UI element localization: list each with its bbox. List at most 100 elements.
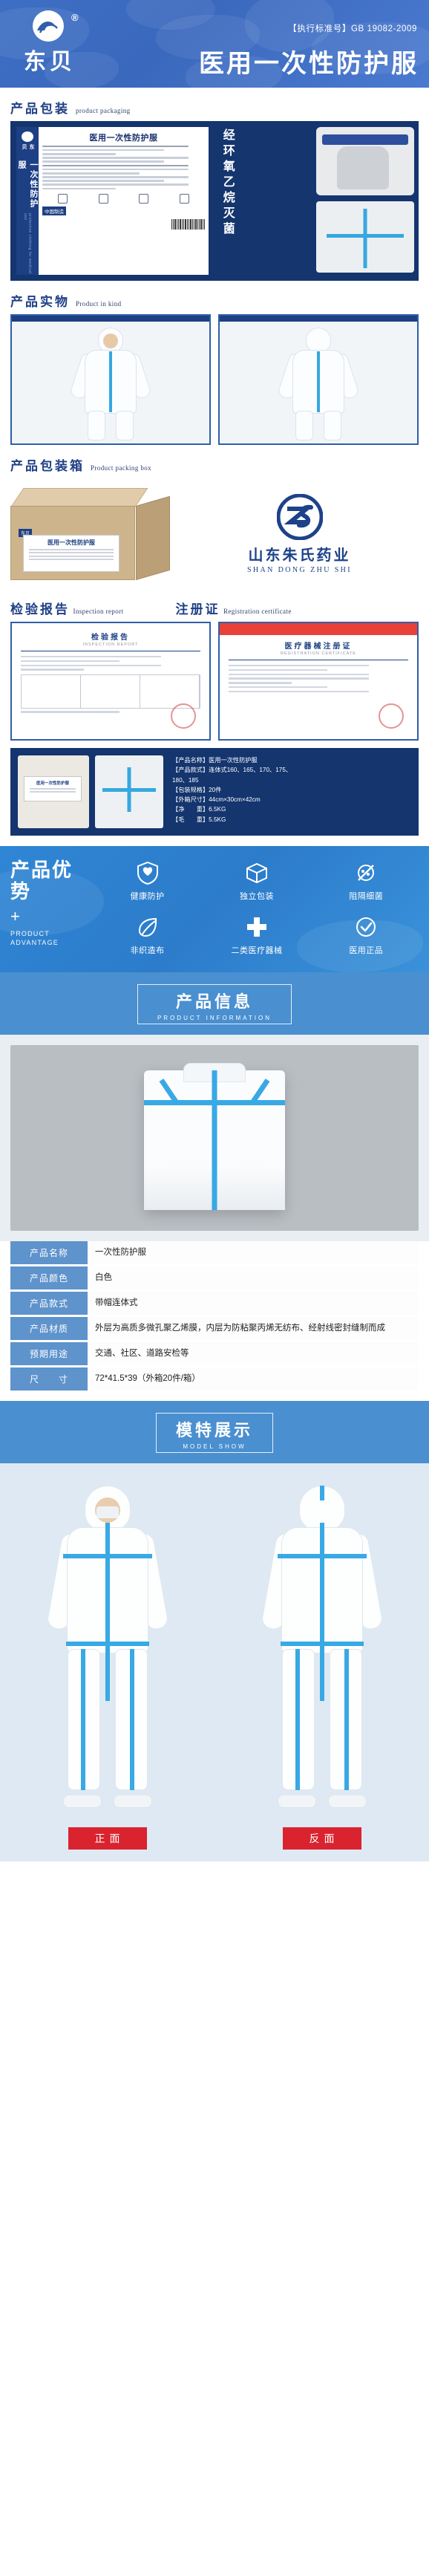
packing-box-row: 东贝 医用一次性防护服 山东朱氏药业 SHAN DONG ZHU SHI xyxy=(10,478,419,590)
shoulder-stripe xyxy=(277,1554,367,1558)
left-leg-seam xyxy=(80,1649,85,1790)
right-shoe-cover xyxy=(113,1795,152,1808)
left-shoe-cover xyxy=(62,1795,102,1808)
document-text-line xyxy=(229,686,328,689)
caption-back: 反面 xyxy=(214,1827,429,1850)
spec-line: 【毛 重】5.5KG xyxy=(172,816,226,823)
advantage-title-en-1: PRODUCT xyxy=(10,930,50,938)
model-back-photo xyxy=(214,1471,429,1820)
front-zipper-stripe xyxy=(105,1523,110,1701)
carton-front-face: 东贝 医用一次性防护服 xyxy=(10,506,135,580)
advantage-item: 阻隔细菌 xyxy=(314,859,419,902)
section-heading-inspection: 检验报告 Inspection report xyxy=(10,599,123,617)
face-mask xyxy=(96,1506,119,1518)
document-title: 检验报告 xyxy=(91,634,130,642)
document-text-line xyxy=(229,669,328,671)
vertical-stripe xyxy=(212,1070,217,1210)
horizontal-stripe xyxy=(144,1100,285,1105)
inspection-report-document: 检验报告 INSPECTION REPORT xyxy=(10,622,211,741)
label-text-line xyxy=(42,145,189,148)
carton-thumbnail: 医用一次性防护服 xyxy=(18,755,89,828)
single-use-icon xyxy=(139,194,149,204)
photo-top-bar xyxy=(12,316,209,322)
model-front-photo xyxy=(0,1471,214,1820)
advantage-label: 健康防护 xyxy=(130,892,165,901)
document-text-line xyxy=(229,673,369,675)
back-seam-stripe xyxy=(317,351,320,412)
document-text-line xyxy=(21,664,161,666)
row-key: 产品颜色 xyxy=(10,1266,88,1289)
manufacturer-name-en: SHAN DONG ZHU SHI xyxy=(246,566,353,574)
document-text-line xyxy=(229,690,369,693)
document-subtitle: REGISTRATION CERTIFICATE xyxy=(281,651,356,656)
section-title-en: Inspection report xyxy=(73,608,124,615)
advantage-plus-sign: + xyxy=(10,907,20,926)
caption-front: 正面 xyxy=(0,1827,214,1850)
zs-logo-icon xyxy=(276,493,323,541)
carton-thumb-title: 医用一次性防护服 xyxy=(36,781,69,786)
brand-logo: ® 东贝 xyxy=(15,10,126,76)
barcode xyxy=(42,219,205,230)
document-subtitle: INSPECTION REPORT xyxy=(82,643,139,647)
right-leg-seam xyxy=(344,1649,349,1790)
no-reuse-icon xyxy=(57,194,68,204)
sterilization-text: 经环氧乙烷灭菌 xyxy=(220,129,234,238)
carton-side-face xyxy=(136,495,170,580)
manufacturer-name-cn: 山东朱氏药业 xyxy=(248,547,351,564)
photo-top-bar xyxy=(220,316,417,322)
document-text-line xyxy=(21,656,161,658)
table-row: 产品颜色 白色 xyxy=(10,1266,419,1289)
table-row: 产品款式 带帽连体式 xyxy=(10,1292,419,1315)
document-title: 医疗器械注册证 xyxy=(284,643,353,651)
table-row: 产品材质 外层为高质多微孔聚乙烯膜，内层为防粘聚丙烯无纺布、经射线密封缝制而成 xyxy=(10,1317,419,1340)
label-text-line xyxy=(42,157,189,159)
label-symbol-row xyxy=(42,194,205,204)
label-text-line xyxy=(42,180,165,182)
left-leg xyxy=(295,411,313,440)
shoulder-stripe xyxy=(62,1554,152,1558)
wave-icon xyxy=(22,131,33,143)
section-title-cn: 注册证 xyxy=(175,602,220,617)
suit-horizontal-stripe xyxy=(102,788,156,792)
row-value: 交通、社区、道路安检等 xyxy=(88,1342,419,1365)
waist-stripe xyxy=(65,1642,149,1646)
shield-icon xyxy=(134,859,161,886)
carton-thumb-label: 医用一次性防护服 xyxy=(24,776,82,801)
expiry-icon xyxy=(98,194,108,204)
product-info-table: 产品名称 一次性防护服 产品颜色 白色 产品款式 带帽连体式 产品材质 外层为高… xyxy=(10,1241,419,1391)
label-vertical-subtitle: protective clothing for medical use xyxy=(23,213,32,275)
spec-line: 【产品款式】连体式160、165、170、175、 xyxy=(172,767,292,774)
section-title-cn: 产品实物 xyxy=(10,295,70,309)
made-in-badge: 中国制造 xyxy=(42,206,66,216)
label-spine: 东贝 一次性防护服 protective clothing for medica… xyxy=(16,127,39,275)
carton-thumb-line xyxy=(30,787,76,790)
germ-block-icon xyxy=(353,859,379,886)
spec-line: 【产品名称】医用一次性防护服 xyxy=(172,757,258,764)
registered-mark: ® xyxy=(71,12,79,23)
carton-thumb-line xyxy=(30,791,76,793)
cross-icon xyxy=(243,914,270,940)
carton-label-line xyxy=(29,559,114,560)
bag-header-strip xyxy=(322,134,408,145)
spec-line: 【包装规格】20件 xyxy=(172,786,222,793)
document-table xyxy=(21,674,200,709)
banner-frame: 产品信息 PRODUCT INFORMATION xyxy=(137,984,292,1024)
product-hero-photo xyxy=(10,1045,419,1231)
hood-shape xyxy=(306,328,331,353)
left-leg-seam xyxy=(295,1649,300,1790)
advantage-item: 医用正品 xyxy=(314,914,419,956)
model-show-banner: 模特展示 MODEL SHOW xyxy=(0,1401,429,1463)
section-heading-packaging: 产品包装 product packaging xyxy=(0,88,429,121)
certificate-header-band xyxy=(220,623,417,635)
row-value: 72*41.5*39（外箱20件/箱） xyxy=(88,1367,419,1391)
section-title-en: Registration certificate xyxy=(223,608,292,615)
model-front-illustration xyxy=(45,1486,169,1808)
model-back-illustration xyxy=(260,1486,384,1808)
registration-certificate-document: 医疗器械注册证 REGISTRATION CERTIFICATE xyxy=(218,622,419,741)
row-value: 一次性防护服 xyxy=(88,1241,419,1264)
advantage-title-cn: 产品优势 xyxy=(10,859,73,903)
manufacturer-brand-block: 山东朱氏药业 SHAN DONG ZHU SHI xyxy=(180,493,419,574)
right-leg xyxy=(116,411,134,440)
label-brand: 东贝 xyxy=(22,144,34,152)
suit-vertical-stripe xyxy=(363,209,367,268)
